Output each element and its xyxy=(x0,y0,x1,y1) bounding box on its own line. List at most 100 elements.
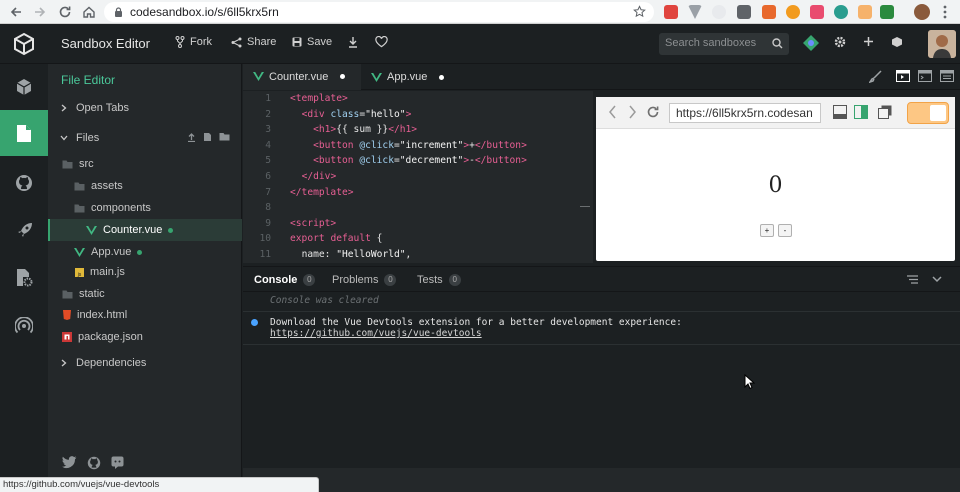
forward-icon[interactable] xyxy=(32,4,48,20)
tab-label: Tests xyxy=(417,274,443,286)
menu-dots-icon[interactable] xyxy=(940,4,950,20)
tree-item-src[interactable]: src xyxy=(48,153,242,175)
dependencies-section[interactable]: Dependencies xyxy=(48,352,242,374)
tree-item-static[interactable]: static xyxy=(48,283,242,305)
back-icon[interactable] xyxy=(8,4,24,20)
pane-resize-handle[interactable] xyxy=(580,206,590,207)
extension-fox-icon[interactable] xyxy=(762,5,776,19)
tree-item-index-html[interactable]: index.html xyxy=(48,304,242,326)
extension-vue-icon[interactable] xyxy=(688,5,702,19)
terminal-view-icon[interactable] xyxy=(918,70,932,83)
sidebar-panel-icon[interactable] xyxy=(854,105,868,119)
tab-app-vue[interactable]: App.vue xyxy=(361,64,471,90)
new-folder-icon[interactable] xyxy=(219,132,230,142)
address-bar[interactable]: codesandbox.io/s/6ll5krx5rn xyxy=(104,2,654,22)
preview-toggle[interactable] xyxy=(907,102,949,124)
activity-server-control[interactable] xyxy=(0,254,48,300)
preview-reload-icon[interactable] xyxy=(646,105,660,119)
code-line: 1 <template> xyxy=(265,93,348,104)
tab-counter-vue[interactable]: Counter.vue xyxy=(243,64,361,90)
layout-view-icon[interactable] xyxy=(940,70,954,83)
decrement-button[interactable]: - xyxy=(778,224,792,237)
tree-item-assets[interactable]: assets xyxy=(48,175,242,197)
extension-circle-icon[interactable] xyxy=(712,5,726,19)
console-output: Console was cleared Download the Vue Dev… xyxy=(243,292,960,468)
split-view-icon[interactable] xyxy=(896,70,910,83)
vue-icon xyxy=(253,72,264,81)
discord-icon[interactable] xyxy=(111,456,124,470)
clear-console-icon[interactable] xyxy=(907,275,918,284)
extension-camera-icon[interactable] xyxy=(737,5,751,19)
folder-icon xyxy=(74,182,85,191)
activity-bar xyxy=(0,64,48,492)
twitter-icon[interactable] xyxy=(62,456,77,470)
share-button[interactable]: Share xyxy=(231,36,276,48)
console-message-text: Download the Vue Devtools extension for … xyxy=(270,317,682,328)
files-section[interactable]: Files xyxy=(48,127,242,149)
tree-item-counter-vue[interactable]: Counter.vue xyxy=(48,219,242,241)
star-icon[interactable] xyxy=(633,5,646,18)
brush-icon[interactable] xyxy=(869,70,882,83)
tab-console[interactable]: Console 0 xyxy=(254,267,316,293)
activity-github[interactable] xyxy=(0,160,48,206)
tab-problems[interactable]: Problems 0 xyxy=(332,267,397,293)
folder-icon xyxy=(62,160,73,169)
extension-pin-icon[interactable] xyxy=(834,5,848,19)
console-panel-icon[interactable] xyxy=(833,105,847,119)
folder-icon xyxy=(74,204,85,213)
heart-icon[interactable] xyxy=(375,36,388,48)
rocket-icon xyxy=(16,222,33,239)
activity-deploy[interactable] xyxy=(0,207,48,253)
user-avatar[interactable] xyxy=(928,30,956,58)
open-tabs-section[interactable]: Open Tabs xyxy=(48,97,242,119)
download-icon[interactable] xyxy=(348,36,358,48)
reload-icon[interactable] xyxy=(57,4,73,20)
preview-url-input[interactable]: https://6ll5krx5rn.codesan xyxy=(669,103,821,123)
code-line: 11 name: "HelloWorld", xyxy=(259,249,412,260)
tree-item-label: components xyxy=(91,202,151,214)
activity-info[interactable] xyxy=(0,64,48,110)
extension-cat-icon[interactable] xyxy=(810,5,824,19)
activity-file-editor[interactable] xyxy=(0,110,48,156)
activity-live[interactable] xyxy=(0,303,48,349)
console-cleared-text: Console was cleared xyxy=(270,295,379,306)
github-icon[interactable] xyxy=(87,456,101,470)
fork-button[interactable]: Fork xyxy=(175,36,212,48)
extension-shield-icon[interactable] xyxy=(664,5,678,19)
codesandbox-logo[interactable] xyxy=(12,32,36,56)
chevron-down-icon[interactable] xyxy=(932,276,942,283)
search-icon xyxy=(772,38,783,49)
devtools-link[interactable]: https://github.com/vuejs/vue-devtools xyxy=(270,328,682,339)
preview-back-icon[interactable] xyxy=(608,105,617,119)
live-icon[interactable] xyxy=(802,34,820,52)
tree-item-app-vue[interactable]: App.vue xyxy=(48,241,242,263)
gear-icon[interactable] xyxy=(834,36,846,48)
plus-icon[interactable] xyxy=(863,36,874,47)
extension-ball-icon[interactable] xyxy=(786,5,800,19)
extension-m-icon[interactable] xyxy=(880,5,894,19)
preview-forward-icon[interactable] xyxy=(628,105,637,119)
extension-hex-icon[interactable] xyxy=(858,5,872,19)
code-line: 5 <button @click="decrement">-</button> xyxy=(265,155,527,167)
tree-item-label: assets xyxy=(91,180,123,192)
code-line: 6 </div> xyxy=(265,171,337,182)
tree-item-components[interactable]: components xyxy=(48,197,242,219)
upload-icon[interactable] xyxy=(187,132,196,142)
tab-tests[interactable]: Tests 0 xyxy=(417,267,461,293)
home-icon[interactable] xyxy=(81,4,97,20)
increment-button[interactable]: + xyxy=(760,224,774,237)
browser-avatar[interactable] xyxy=(914,4,930,20)
new-window-icon[interactable] xyxy=(878,105,892,119)
cube-icon[interactable] xyxy=(891,36,903,48)
console-input[interactable] xyxy=(243,468,960,492)
code-editor[interactable]: 1 <template> 2 <div class="hello"> 3 <h1>… xyxy=(243,91,593,263)
tree-item-package-json[interactable]: package.json xyxy=(48,326,242,348)
search-input[interactable]: Search sandboxes xyxy=(659,33,789,55)
tree-item-label: index.html xyxy=(77,309,128,321)
new-file-icon[interactable] xyxy=(203,132,212,142)
folder-icon xyxy=(62,290,73,299)
save-button[interactable]: Save xyxy=(292,36,332,48)
tree-item-main-js[interactable]: js main.js xyxy=(48,261,242,283)
share-icon xyxy=(231,37,242,48)
code-line: 7 </template> xyxy=(265,186,354,198)
